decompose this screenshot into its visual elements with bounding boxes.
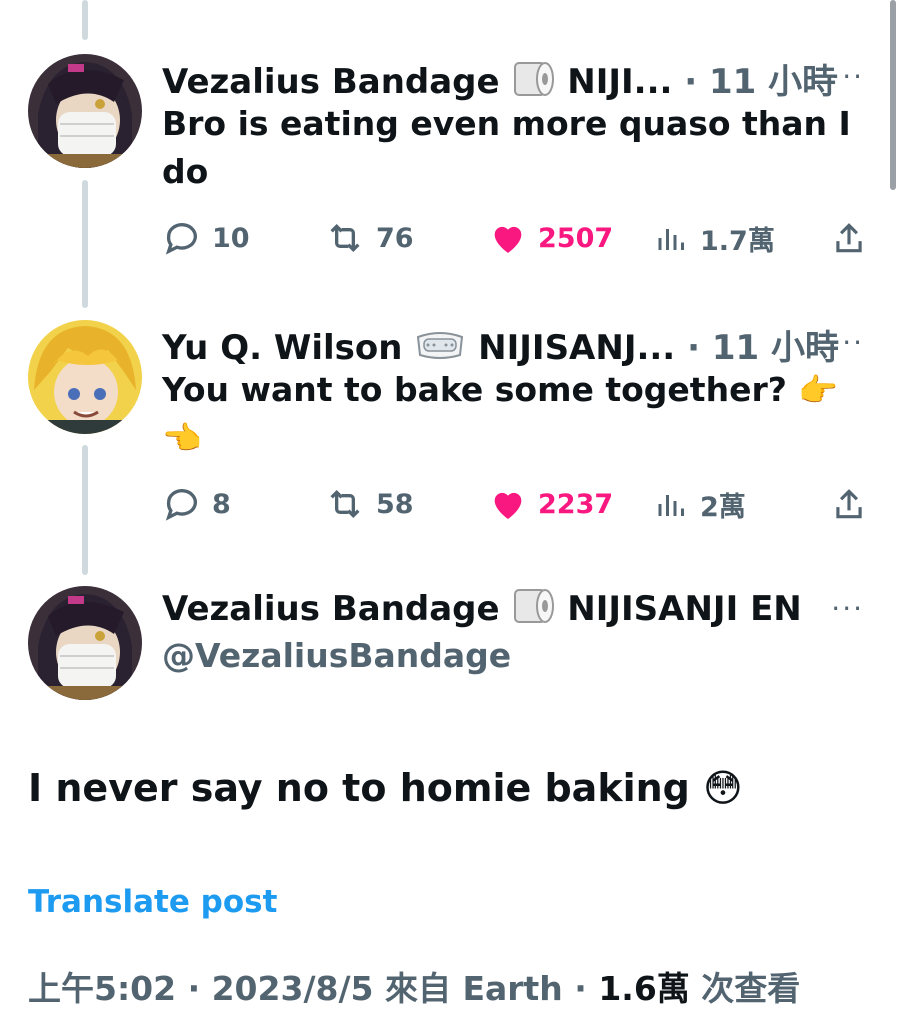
views-icon <box>658 229 684 250</box>
avatar-vezalius[interactable] <box>28 54 142 168</box>
avatar-vezalius-main[interactable] <box>28 586 142 700</box>
share-button[interactable] <box>830 484 878 524</box>
share-icon <box>836 223 862 253</box>
main-post-text-body: I never say no to homie baking <box>28 766 690 810</box>
tweet-text-main: You want to bake some together? <box>162 370 787 409</box>
pointing-left-emoji: 👈 <box>162 419 202 457</box>
author-handle[interactable]: @VezaliusBandage <box>162 636 511 675</box>
more-options-button[interactable]: ··· <box>831 60 864 93</box>
views-count: 1.7萬 <box>700 225 775 257</box>
tweet-2-actions: 8 58 2237 2萬 <box>162 484 872 528</box>
author-org: NIJISANJI EN <box>567 589 802 629</box>
post-view-suffix: 次查看 <box>689 969 801 1008</box>
avatar-yu-q-wilson[interactable] <box>28 320 142 434</box>
views-button[interactable]: 2萬 <box>654 484 746 524</box>
author-name[interactable]: Yu Q. Wilson <box>162 328 402 368</box>
scrollbar[interactable] <box>890 0 896 190</box>
post-meta: 上午5:02 · 2023/8/5 來自 Earth · 1.6萬 次查看 <box>28 962 800 1010</box>
tweet-1-actions: 10 76 2507 1.7萬 <box>162 218 872 262</box>
thread-line-2 <box>82 445 88 575</box>
more-options-button[interactable]: ··· <box>831 592 864 625</box>
author-suffix: NIJI... <box>567 62 673 102</box>
pointing-right-emoji: 👉 <box>798 371 839 409</box>
post-timestamp[interactable]: 上午5:02 · 2023/8/5 來自 Earth · <box>28 969 598 1008</box>
reply-button[interactable]: 10 <box>162 218 250 258</box>
retweet-button[interactable]: 58 <box>324 484 414 524</box>
author-name[interactable]: Vezalius Bandage <box>162 62 500 102</box>
views-button[interactable]: 1.7萬 <box>654 218 775 258</box>
thread-line-1 <box>82 180 88 308</box>
post-view-count: 1.6萬 <box>598 969 690 1008</box>
retweet-count: 58 <box>376 488 414 520</box>
retweet-icon <box>330 223 360 253</box>
retweet-icon <box>330 489 360 519</box>
heart-icon <box>494 492 522 519</box>
main-author[interactable]: Vezalius Bandage NIJISANJI EN <box>162 586 802 635</box>
like-button[interactable]: 2237 <box>488 484 613 524</box>
main-post-text: I never say no to homie baking 😳 <box>28 766 743 810</box>
thread-line-top <box>82 0 88 40</box>
flushed-face-emoji: 😳 <box>703 766 743 810</box>
like-button[interactable]: 2507 <box>488 218 613 258</box>
reply-count: 10 <box>212 222 250 254</box>
like-count: 2507 <box>538 222 614 254</box>
views-icon <box>658 495 684 516</box>
timestamp[interactable]: · 11 小時 <box>684 62 836 102</box>
views-count: 2萬 <box>700 491 746 523</box>
share-icon <box>836 489 862 519</box>
reply-icon <box>165 489 197 521</box>
tweet-2-header: Yu Q. Wilson NIJISANJ... · 11 小時 <box>162 320 839 372</box>
reply-count: 8 <box>212 488 231 520</box>
like-count: 2237 <box>538 488 614 520</box>
heart-icon <box>494 226 522 253</box>
reply-icon <box>165 223 197 255</box>
retweet-button[interactable]: 76 <box>324 218 414 258</box>
reply-button[interactable]: 8 <box>162 484 231 524</box>
translate-post-link[interactable]: Translate post <box>28 884 277 920</box>
toilet-paper-icon <box>511 586 555 635</box>
share-button[interactable] <box>830 218 878 258</box>
tweet-text: Bro is eating even more quaso than I do <box>162 104 851 191</box>
author-name: Vezalius Bandage <box>162 589 500 629</box>
author-suffix: NIJISANJ... <box>478 328 676 368</box>
more-options-button[interactable]: ··· <box>831 326 864 359</box>
tweet-text: You want to bake some together? 👉 👈 <box>162 366 852 462</box>
retweet-count: 76 <box>376 222 414 254</box>
timestamp[interactable]: · 11 小時 <box>687 328 839 368</box>
